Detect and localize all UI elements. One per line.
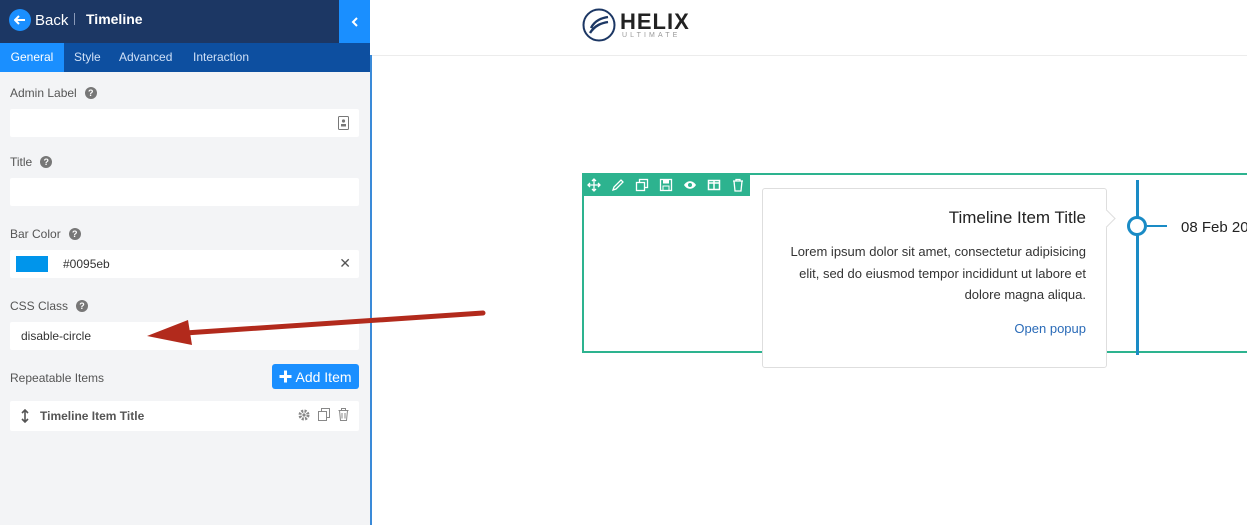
addon-title: Timeline [86, 11, 143, 27]
title-label: Title [10, 155, 33, 169]
title-separator [74, 13, 75, 25]
css-class-input[interactable]: disable-circle [10, 322, 359, 350]
back-button[interactable]: Back [9, 9, 68, 31]
save-icon[interactable] [659, 178, 673, 192]
arrow-left-icon [9, 9, 31, 31]
bar-color-input[interactable]: #0095eb ✕ [10, 250, 359, 278]
timeline-item-body: Lorem ipsum dolor sit amet, consectetur … [790, 244, 1086, 302]
sidebar-topbar: Back Timeline [0, 0, 370, 43]
collapse-sidebar-button[interactable] [339, 0, 370, 43]
settings-tabs: General Style Advanced Interaction [0, 43, 370, 72]
gear-icon[interactable] [298, 409, 310, 421]
question-icon[interactable]: ? [68, 228, 81, 240]
addon-toolbar [582, 173, 750, 196]
timeline-connector [1147, 225, 1167, 227]
copy-icon[interactable] [635, 178, 649, 192]
sidebar-divider [370, 55, 372, 525]
bar-color-label: Bar Color [10, 227, 61, 241]
tab-advanced[interactable]: Advanced [119, 43, 172, 72]
timeline-bar [1136, 180, 1139, 355]
move-icon[interactable] [587, 178, 601, 192]
clear-icon[interactable]: ✕ [339, 255, 351, 272]
trash-icon[interactable] [731, 178, 745, 192]
helix-logo: HELIX ULTIMATE [582, 6, 702, 46]
repeatable-items-label: Repeatable Items [10, 371, 105, 385]
color-swatch[interactable] [16, 256, 48, 272]
bar-color-field-label: Bar Color ? [10, 227, 81, 241]
timeline-item-card: Timeline Item Title Lorem ipsum dolor si… [762, 188, 1107, 368]
add-item-button[interactable]: Add Item [272, 364, 359, 389]
css-class-value: disable-circle [21, 329, 92, 343]
chevron-left-icon [351, 16, 358, 27]
logo-subtitle: ULTIMATE [622, 32, 681, 39]
question-icon[interactable]: ? [84, 87, 97, 99]
admin-label-label: Admin Label [10, 86, 77, 100]
open-popup-link[interactable]: Open popup [1014, 321, 1086, 336]
timeline-item-title: Timeline Item Title [948, 208, 1086, 227]
question-icon[interactable]: ? [76, 300, 89, 312]
duplicate-icon[interactable] [318, 408, 330, 421]
plus-icon [279, 370, 292, 383]
add-item-label: Add Item [295, 368, 352, 385]
repeatable-item-title: Timeline Item Title [40, 409, 145, 423]
edit-icon[interactable] [611, 178, 625, 192]
tab-style[interactable]: Style [74, 43, 101, 72]
addon-settings-sidebar: Back Timeline General Style Advanced Int… [0, 0, 370, 525]
css-class-field-label: CSS Class ? [10, 299, 89, 313]
back-label: Back [35, 11, 69, 29]
title-field-label: Title ? [10, 155, 53, 169]
bar-color-value: #0095eb [63, 257, 110, 271]
eye-icon[interactable] [683, 178, 697, 192]
tab-general[interactable]: General [0, 43, 64, 72]
admin-label-input[interactable] [10, 109, 359, 137]
css-class-label: CSS Class [10, 299, 69, 313]
tab-interaction[interactable]: Interaction [193, 43, 249, 72]
title-input[interactable] [10, 178, 359, 206]
header-divider [372, 55, 1247, 56]
contact-card-icon [338, 116, 349, 130]
repeatable-item[interactable]: Timeline Item Title [10, 401, 359, 431]
timeline-circle [1127, 216, 1147, 236]
question-icon[interactable]: ? [40, 156, 53, 168]
timeline-date: 08 Feb 20 [1181, 219, 1247, 236]
helix-logo-icon [582, 8, 616, 42]
drag-handle-icon[interactable] [21, 409, 29, 423]
trash-icon[interactable] [338, 408, 349, 421]
columns-icon[interactable] [707, 178, 721, 192]
admin-label-field-label: Admin Label ? [10, 86, 97, 100]
